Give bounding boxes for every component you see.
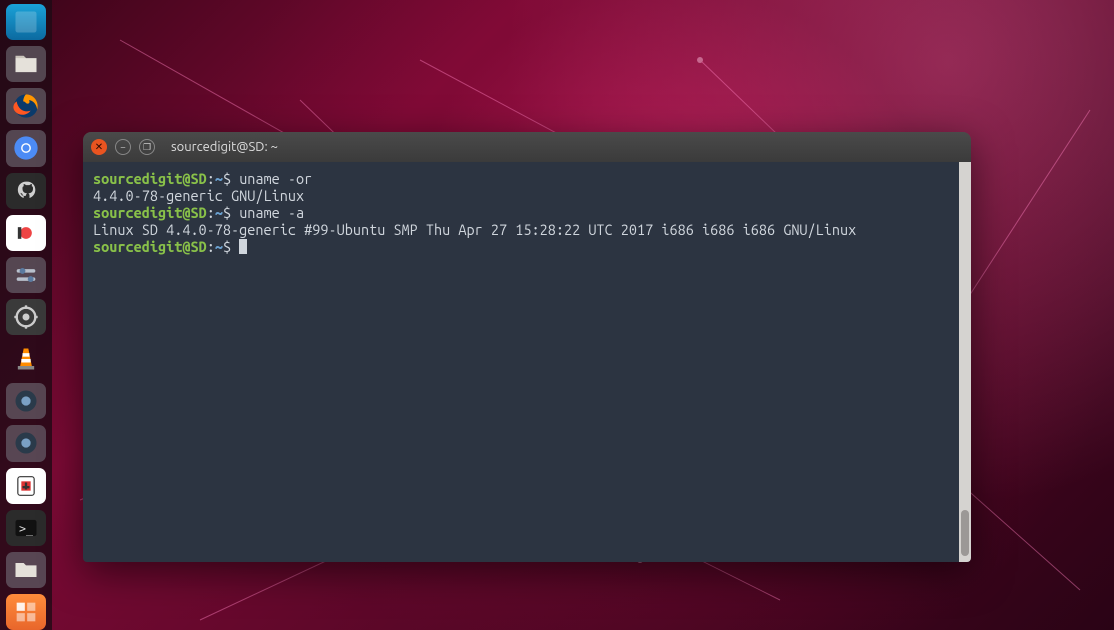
launcher-transmission-icon[interactable] (6, 468, 46, 504)
window-maximize-button[interactable]: ❐ (139, 139, 155, 155)
terminal-content[interactable]: sourcedigit@SD:~$ uname -or4.4.0-78-gene… (83, 162, 959, 562)
terminal-command-line: sourcedigit@SD:~$ uname -or (93, 170, 949, 187)
window-control-buttons: ✕ – ❐ (91, 139, 155, 155)
launcher-chat1-icon[interactable] (6, 383, 46, 419)
launcher-github-icon[interactable] (6, 173, 46, 209)
launcher-workspace-icon[interactable] (6, 594, 46, 630)
unity-launcher: >_ (0, 0, 52, 630)
launcher-files-icon[interactable] (6, 46, 46, 82)
launcher-tweaks-icon[interactable] (6, 257, 46, 293)
launcher-folder-icon[interactable] (6, 552, 46, 588)
launcher-dash-icon[interactable] (6, 4, 46, 40)
launcher-chat2-icon[interactable] (6, 425, 46, 461)
terminal-output-line: 4.4.0-78-generic GNU/Linux (93, 187, 949, 204)
terminal-command-line: sourcedigit@SD:~$ uname -a (93, 204, 949, 221)
terminal-titlebar[interactable]: ✕ – ❐ sourcedigit@SD: ~ (83, 132, 971, 162)
maximize-icon: ❐ (143, 143, 151, 152)
close-icon: ✕ (95, 142, 103, 152)
minimize-icon: – (121, 143, 125, 152)
launcher-vlc-icon[interactable] (6, 341, 46, 377)
cursor (239, 239, 247, 254)
terminal-scrollbar[interactable] (959, 162, 971, 562)
launcher-software-center-icon[interactable] (6, 215, 46, 251)
launcher-firefox-icon[interactable] (6, 88, 46, 124)
window-minimize-button[interactable]: – (115, 139, 131, 155)
terminal-command-line: sourcedigit@SD:~$ (93, 238, 949, 255)
terminal-title: sourcedigit@SD: ~ (171, 140, 278, 154)
window-close-button[interactable]: ✕ (91, 139, 107, 155)
terminal-body[interactable]: sourcedigit@SD:~$ uname -or4.4.0-78-gene… (83, 162, 971, 562)
launcher-settings-icon[interactable] (6, 299, 46, 335)
terminal-window[interactable]: ✕ – ❐ sourcedigit@SD: ~ sourcedigit@SD:~… (83, 132, 971, 562)
launcher-terminal-icon[interactable]: >_ (6, 510, 46, 546)
scrollbar-thumb[interactable] (961, 510, 969, 556)
svg-text:>_: >_ (19, 521, 34, 535)
terminal-output-line: Linux SD 4.4.0-78-generic #99-Ubuntu SMP… (93, 221, 949, 238)
launcher-chromium-icon[interactable] (6, 130, 46, 166)
